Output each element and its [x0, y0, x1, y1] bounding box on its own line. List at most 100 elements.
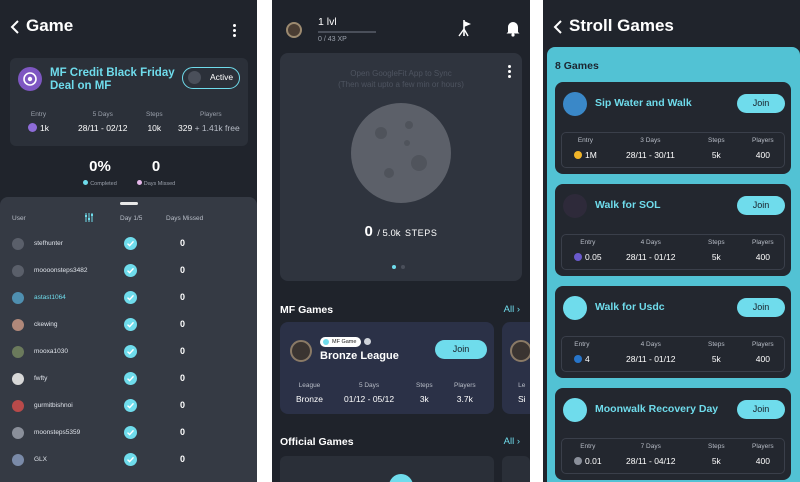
filter-icon[interactable] [84, 213, 94, 222]
missed-stat: 0 Days Missed [116, 158, 196, 187]
game-stats: Entry 1k 5 Days 28/11 - 02/12 Steps 10k … [18, 111, 240, 141]
game-stats: Entry 4 4 Days 28/11 - 01/12 Steps 5k Players 4… [561, 336, 785, 372]
info-icon[interactable] [364, 338, 371, 345]
header: Stroll Games [553, 14, 790, 44]
game-stats: Entry 0.05 4 Days 28/11 - 01/12 Steps 5k Playe… [561, 234, 785, 270]
league-card-next[interactable]: Le Si [502, 322, 530, 414]
game-title: MF Credit Black Friday Deal on MF [50, 67, 175, 92]
flag-icon[interactable] [458, 19, 474, 37]
username: moooonsteps3482 [34, 267, 88, 274]
game-card[interactable]: Sip Water and Walk Join Entry 1M 3 Days 28/11… [555, 82, 791, 174]
toggle-knob [188, 71, 201, 84]
days-missed-value: 0 [180, 346, 186, 356]
steps-readout: 0 / 5.0k STEPS [364, 223, 438, 240]
avatar [12, 373, 24, 385]
drag-handle[interactable] [120, 202, 138, 205]
col-user: User [12, 215, 26, 222]
check-icon [124, 372, 137, 385]
days-missed-value: 0 [180, 427, 186, 437]
leaderboard-sheet: User Day 1/5 Days Missed stefhunter 0 mooo… [0, 197, 257, 482]
league-stat-players: Players 3.7k [454, 382, 476, 404]
join-button[interactable]: Join [737, 196, 785, 215]
moon-progress-graphic [351, 103, 451, 203]
level-label: 1 lvl [318, 16, 337, 28]
check-icon [124, 399, 137, 412]
join-button[interactable]: Join [737, 400, 785, 419]
days-missed-value: 0 [180, 292, 186, 302]
leaderboard-row[interactable]: astast1064 0 [0, 285, 257, 312]
back-arrow-icon[interactable] [553, 20, 563, 34]
games-list: 8 Games Sip Water and Walk Join Entry 1M 3 D… [547, 47, 800, 482]
leaderboard-row[interactable]: gurmitbishnoi 0 [0, 393, 257, 420]
avatar [12, 454, 24, 466]
games-count: 8 Games [555, 60, 599, 72]
game-stat: Players 400 [752, 341, 774, 364]
leaderboard-row[interactable]: stefhunter 0 [0, 231, 257, 258]
leaderboard-row[interactable]: GLX 0 [0, 447, 257, 474]
league-card[interactable]: MF Game Bronze League Join League Bronze … [280, 322, 494, 414]
col-day: Day 1/5 [120, 215, 143, 222]
leaderboard-row[interactable]: fwfty 0 [0, 366, 257, 393]
chevron-right-icon: › [516, 304, 520, 315]
check-icon [124, 426, 137, 439]
stat-days: 5 Days 28/11 - 02/12 [78, 111, 128, 133]
game-stats: Entry 0.01 7 Days 28/11 - 04/12 Steps 5k Playe… [561, 438, 785, 474]
page-title: Game [26, 16, 74, 35]
leaderboard-row[interactable]: moonsteps5359 0 [0, 420, 257, 447]
join-button[interactable]: Join [737, 94, 785, 113]
join-button[interactable]: Join [737, 298, 785, 317]
game-stats: Entry 1M 3 Days 28/11 - 30/11 Steps 5k Players… [561, 132, 785, 168]
league-name: Bronze League [320, 350, 399, 362]
game-card[interactable]: Walk for SOL Join Entry 0.05 4 Days 28/11 - 0… [555, 184, 791, 276]
leaderboard-row[interactable]: mooxa1030 0 [0, 339, 257, 366]
official-game-card-next[interactable] [502, 456, 530, 482]
mf-games-all-link[interactable]: All › [504, 304, 520, 315]
join-button[interactable]: Join [435, 340, 487, 359]
sync-hint: Open GoogleFit App to Sync (Then wait upt… [338, 69, 464, 89]
check-icon [124, 264, 137, 277]
official-games-all-link[interactable]: All › [504, 436, 520, 447]
more-vert-icon[interactable] [233, 24, 237, 39]
official-game-card[interactable] [280, 456, 494, 482]
game-stat: 7 Days 28/11 - 04/12 [626, 443, 676, 466]
check-icon [124, 291, 137, 304]
username: moonsteps5359 [34, 429, 81, 436]
username: ckewing [34, 321, 58, 328]
xp-label: 0 / 43 XP [318, 36, 347, 43]
leaderboard-row[interactable]: moooonsteps3482 0 [0, 258, 257, 285]
league-stat-steps: Steps 3k [416, 382, 433, 404]
username: GLX [34, 456, 48, 463]
days-missed-value: 0 [180, 265, 186, 275]
game-stat: Entry 1M [574, 137, 597, 160]
days-missed-value: 0 [180, 373, 186, 383]
game-stat: Entry 0.01 [574, 443, 602, 466]
game-detail-screen: Game MF Credit Black Friday Deal on MF A… [0, 0, 257, 482]
leaderboard-row[interactable]: ckewing 0 [0, 312, 257, 339]
level-badge-icon [286, 22, 302, 38]
days-missed-value: 0 [180, 400, 186, 410]
stat-players: Players 329 + 1.41k free [178, 111, 240, 133]
username: mooxa1030 [34, 348, 68, 355]
game-stat: Steps 5k [708, 137, 725, 160]
game-stat: Players 400 [752, 137, 774, 160]
game-stat: 3 Days 28/11 - 30/11 [626, 137, 675, 160]
pager-dots[interactable] [392, 256, 410, 274]
username: stefhunter [34, 240, 63, 247]
status-toggle[interactable]: Active [182, 67, 240, 89]
game-card[interactable]: Walk for Usdc Join Entry 4 4 Days 28/11 - 01/… [555, 286, 791, 378]
avatar [12, 427, 24, 439]
game-stat: Steps 5k [708, 239, 725, 262]
days-missed-value: 0 [180, 319, 186, 329]
more-vert-icon[interactable] [508, 65, 512, 80]
game-stat: Entry 0.05 [574, 239, 602, 262]
mf-games-heading: MF Games [280, 304, 334, 316]
bell-icon[interactable] [505, 19, 521, 37]
official-games-heading: Official Games [280, 436, 354, 448]
status-label: Active [210, 72, 234, 82]
step-tracker-card: Open GoogleFit App to Sync (Then wait upt… [280, 53, 522, 281]
game-title: Moonwalk Recovery Day [595, 403, 719, 415]
coin-icon [574, 253, 582, 261]
league-badge-icon [290, 340, 312, 362]
game-card[interactable]: Moonwalk Recovery Day Join Entry 0.01 7 Days… [555, 388, 791, 480]
back-arrow-icon[interactable] [10, 20, 20, 34]
